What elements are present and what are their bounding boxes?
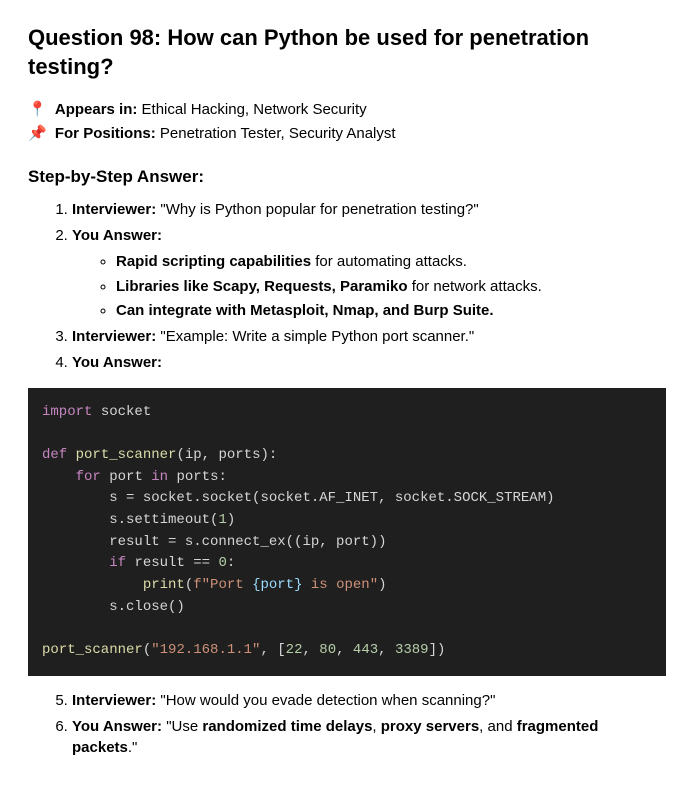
code-token: s.settimeout( [109, 512, 218, 528]
question-title: Question 98: How can Python be used for … [28, 24, 666, 81]
code-token: : [227, 555, 235, 571]
interviewer-label: Interviewer: [72, 201, 156, 218]
step-1-text: "Why is Python popular for penetration t… [160, 201, 478, 218]
positions-label: For Positions: [55, 125, 156, 142]
step-1: Interviewer: "Why is Python popular for … [72, 199, 666, 221]
answer-steps: Interviewer: "Why is Python popular for … [28, 199, 666, 373]
you-answer-label: You Answer: [72, 718, 162, 735]
code-token: if [109, 555, 126, 571]
bullet-integrate: Can integrate with Metasploit, Nmap, and… [116, 300, 666, 322]
step-3: Interviewer: "Example: Write a simple Py… [72, 326, 666, 348]
code-token: 1 [218, 512, 226, 528]
step-3-text: "Example: Write a simple Python port sca… [160, 328, 474, 345]
pushpin-icon: 📌 [28, 125, 47, 142]
text-fragment: , and [479, 718, 517, 735]
code-token: ]) [429, 642, 446, 658]
code-token: s = socket.socket(socket.AF_INET, socket… [109, 490, 554, 506]
code-token: ( [143, 642, 151, 658]
code-token: for [76, 469, 101, 485]
interviewer-label: Interviewer: [72, 692, 156, 709]
code-token: result = s.connect_ex((ip, port)) [109, 534, 386, 550]
step-2: You Answer: Rapid scripting capabilities… [72, 225, 666, 322]
appears-in-value: Ethical Hacking, Network Security [142, 101, 367, 118]
code-token: in [151, 469, 168, 485]
text-fragment: "Use [166, 718, 202, 735]
bullet-rapid-scripting: Rapid scripting capabilities for automat… [116, 251, 666, 273]
bullet-libraries: Libraries like Scapy, Requests, Paramiko… [116, 276, 666, 298]
you-answer-label: You Answer: [72, 354, 162, 371]
bullet-bold: Libraries like Scapy, Requests, Paramiko [116, 278, 408, 295]
code-token: import [42, 404, 92, 420]
text-fragment: , [372, 718, 380, 735]
code-token: result == [134, 555, 218, 571]
step-4: You Answer: [72, 352, 666, 374]
code-token: , [ [260, 642, 285, 658]
text-bold: proxy servers [381, 718, 479, 735]
code-token: 3389 [395, 642, 429, 658]
pin-icon: 📍 [28, 101, 47, 118]
step-2-bullets: Rapid scripting capabilities for automat… [72, 251, 666, 322]
answer-steps-cont: Interviewer: "How would you evade detect… [28, 690, 666, 759]
code-token: port_scanner [76, 447, 177, 463]
code-token: s.close() [109, 599, 185, 615]
code-block: import socket def port_scanner(ip, ports… [28, 388, 666, 676]
code-token: port_scanner [42, 642, 143, 658]
answer-heading: Step-by-Step Answer: [28, 165, 666, 190]
code-token: 443 [353, 642, 378, 658]
code-token: socket [101, 404, 151, 420]
code-token: , [378, 642, 395, 658]
code-token: 0 [218, 555, 226, 571]
positions-value: Penetration Tester, Security Analyst [160, 125, 396, 142]
code-token: is open" [302, 577, 378, 593]
interviewer-label: Interviewer: [72, 328, 156, 345]
code-token: , [336, 642, 353, 658]
positions-row: 📌 For Positions: Penetration Tester, Sec… [28, 123, 666, 145]
step-5-text: "How would you evade detection when scan… [160, 692, 495, 709]
text-fragment: ." [128, 739, 138, 756]
code-token: 22 [286, 642, 303, 658]
code-token: def [42, 447, 67, 463]
code-token: {port} [252, 577, 302, 593]
step-6: You Answer: "Use randomized time delays,… [72, 716, 666, 760]
code-token: "192.168.1.1" [151, 642, 260, 658]
bullet-bold: Rapid scripting capabilities [116, 253, 311, 270]
code-token: , [302, 642, 319, 658]
text-bold: randomized time delays [202, 718, 372, 735]
code-token: port [109, 469, 143, 485]
code-token: ) [378, 577, 386, 593]
bullet-bold: Can integrate with Metasploit, Nmap, and… [116, 302, 494, 319]
code-token: ports: [176, 469, 226, 485]
appears-in-label: Appears in: [55, 101, 138, 118]
code-token: print [143, 577, 185, 593]
step-5: Interviewer: "How would you evade detect… [72, 690, 666, 712]
code-token: (ip, ports): [176, 447, 277, 463]
code-token: f"Port [193, 577, 252, 593]
bullet-rest: for network attacks. [408, 278, 542, 295]
code-token: ) [227, 512, 235, 528]
you-answer-label: You Answer: [72, 227, 162, 244]
bullet-rest: for automating attacks. [311, 253, 467, 270]
code-token: ( [185, 577, 193, 593]
appears-in-row: 📍 Appears in: Ethical Hacking, Network S… [28, 99, 666, 121]
code-token: 80 [319, 642, 336, 658]
